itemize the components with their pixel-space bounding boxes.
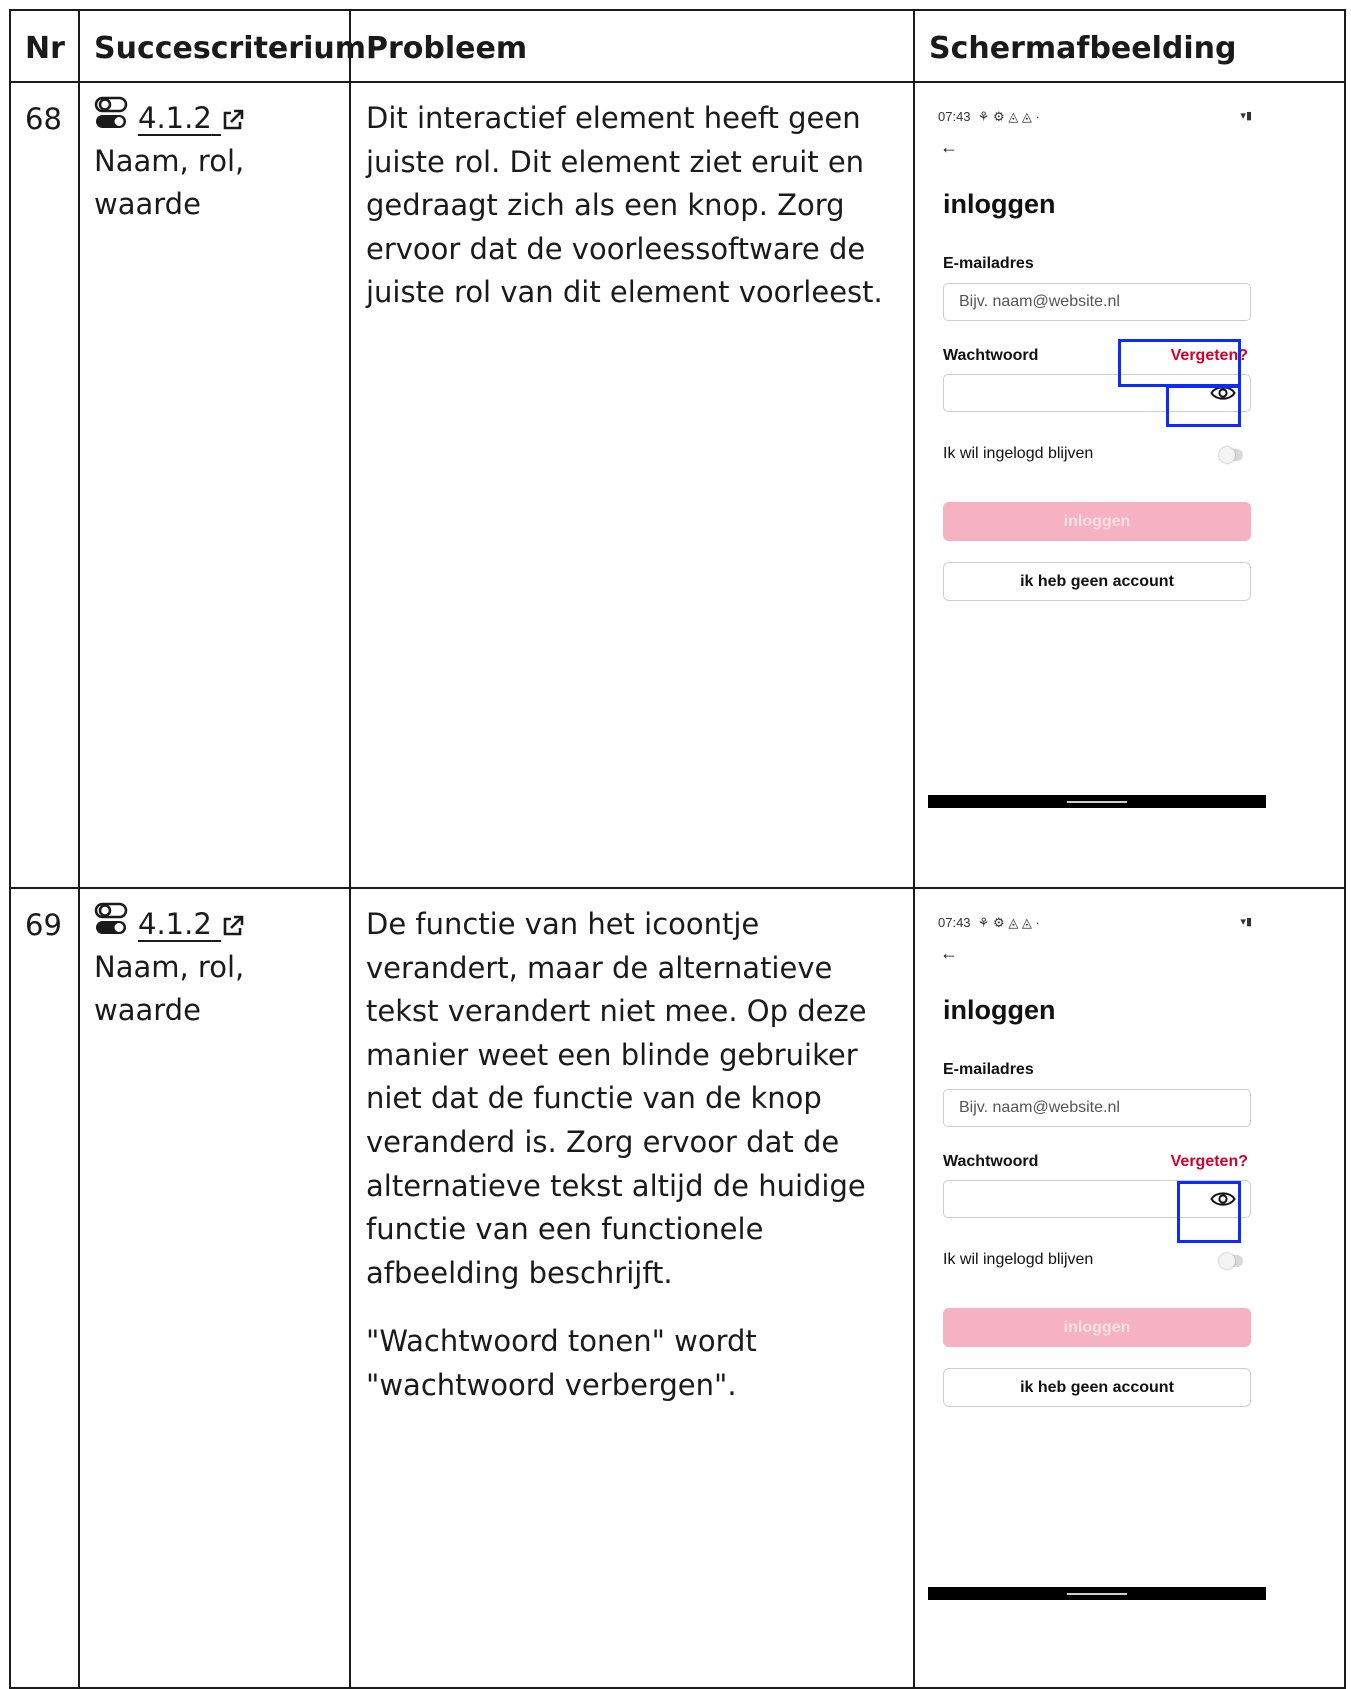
row-number: 69 bbox=[25, 908, 62, 942]
login-button[interactable]: inloggen bbox=[943, 1308, 1251, 1347]
stay-logged-in-label: Ik wil ingelogd blijven bbox=[943, 1251, 1094, 1268]
login-button[interactable]: inloggen bbox=[943, 502, 1251, 541]
toggle-icon bbox=[94, 901, 128, 949]
highlight-box bbox=[1166, 385, 1241, 427]
page-title: inloggen bbox=[943, 995, 1056, 1025]
criterion-link[interactable]: 4.1.2 bbox=[138, 903, 245, 946]
problem-text: "Wachtwoord tonen" wordt "wachtwoord ver… bbox=[366, 1324, 757, 1402]
row-divider bbox=[11, 887, 1344, 889]
back-arrow-icon[interactable]: ← bbox=[940, 943, 958, 964]
problem-text: Dit interactief element heeft geen juist… bbox=[366, 101, 883, 310]
navigation-bar bbox=[928, 1587, 1266, 1600]
column-divider bbox=[78, 11, 80, 1687]
email-label: E-mailadres bbox=[943, 255, 1034, 272]
criterion-link[interactable]: 4.1.2 bbox=[138, 97, 245, 140]
forgot-link[interactable]: Vergeten? bbox=[1171, 1153, 1248, 1171]
email-field[interactable]: Bijv. naam@website.nl bbox=[943, 283, 1251, 321]
external-link-icon bbox=[223, 915, 244, 936]
phone-screenshot: 07:43 ⚘ ⚙ ◬ ◬ · ▾▮ ← inloggen E-mailadre… bbox=[928, 897, 1266, 1600]
password-label: Wachtwoord bbox=[943, 347, 1039, 364]
phone-screenshot: 07:43 ⚘ ⚙ ◬ ◬ · ▾▮ ← inloggen E-mailadre… bbox=[928, 91, 1266, 808]
no-account-button[interactable]: ik heb geen account bbox=[943, 562, 1251, 601]
status-bar: 07:43 ⚘ ⚙ ◬ ◬ · bbox=[938, 915, 1040, 930]
status-bar: 07:43 ⚘ ⚙ ◬ ◬ · bbox=[938, 109, 1040, 124]
criterion-cell: 4.1.2 Naam, rol, waarde bbox=[94, 95, 344, 226]
problem-cell: Dit interactief element heeft geen juist… bbox=[366, 97, 906, 315]
criterion-cell: 4.1.2 Naam, rol, waarde bbox=[94, 901, 344, 1032]
criterion-name: Naam, rol, waarde bbox=[94, 950, 245, 1027]
row-number: 68 bbox=[25, 102, 62, 136]
problem-cell: De functie van het icoontje verandert, m… bbox=[366, 903, 906, 1408]
criterion-name: Naam, rol, waarde bbox=[94, 144, 245, 221]
header-criterion: Succescriterium bbox=[94, 31, 366, 66]
external-link-icon bbox=[223, 109, 244, 130]
stay-logged-in-label: Ik wil ingelogd blijven bbox=[943, 445, 1094, 462]
highlight-box bbox=[1177, 1181, 1241, 1243]
signal-icon: ▾▮ bbox=[1240, 110, 1252, 122]
page-title: inloggen bbox=[943, 189, 1056, 219]
toggle-icon bbox=[94, 95, 128, 143]
findings-table: Nr Succescriterium Probleem Schermafbeel… bbox=[9, 9, 1346, 1689]
header-screenshot: Schermafbeelding bbox=[929, 31, 1237, 66]
back-arrow-icon[interactable]: ← bbox=[940, 137, 958, 158]
email-label: E-mailadres bbox=[943, 1061, 1034, 1078]
header-problem: Probleem bbox=[366, 31, 528, 66]
email-field[interactable]: Bijv. naam@website.nl bbox=[943, 1089, 1251, 1127]
stay-logged-in-toggle[interactable] bbox=[1219, 1253, 1243, 1269]
no-account-button[interactable]: ik heb geen account bbox=[943, 1368, 1251, 1407]
header-nr: Nr bbox=[25, 31, 65, 66]
row-divider bbox=[11, 81, 1344, 83]
highlight-box bbox=[1118, 339, 1241, 387]
stay-logged-in-toggle[interactable] bbox=[1219, 447, 1243, 463]
problem-text: De functie van het icoontje verandert, m… bbox=[366, 907, 867, 1290]
password-label: Wachtwoord bbox=[943, 1153, 1039, 1170]
column-divider bbox=[349, 11, 351, 1687]
column-divider bbox=[913, 11, 915, 1687]
signal-icon: ▾▮ bbox=[1240, 916, 1252, 928]
navigation-bar bbox=[928, 795, 1266, 808]
